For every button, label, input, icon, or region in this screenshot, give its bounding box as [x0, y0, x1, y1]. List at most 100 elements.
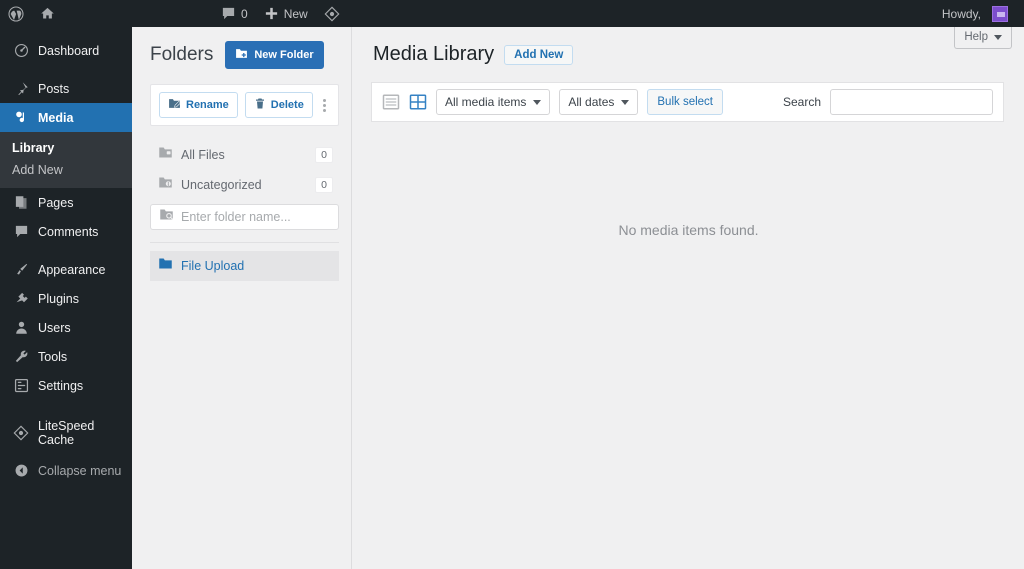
chevron-down-icon	[994, 34, 1002, 40]
media-type-filter-value: All media items	[445, 95, 527, 109]
sidebar-item-label: Tools	[38, 349, 68, 364]
sidebar-item-appearance[interactable]: Appearance	[0, 255, 132, 284]
sidebar-item-comments[interactable]: Comments	[0, 217, 132, 246]
folders-title: Folders	[150, 44, 214, 65]
vertical-dots-icon[interactable]	[320, 96, 329, 115]
media-toolbar: All media items All dates Bulk select Se…	[371, 82, 1004, 122]
search-label: Search	[782, 95, 821, 109]
help-label: Help	[964, 31, 988, 43]
wp-logo-button[interactable]	[0, 0, 32, 27]
litespeed-diamond-icon	[324, 6, 340, 22]
folder-row-all-files[interactable]: All Files 0	[150, 140, 339, 170]
sidebar-item-label: Media	[38, 110, 74, 125]
sidebar-item-dashboard[interactable]: Dashboard	[0, 36, 132, 65]
media-icon	[10, 108, 32, 128]
media-type-filter[interactable]: All media items	[436, 89, 551, 115]
submenu-item-add-new[interactable]: Add New	[0, 159, 132, 181]
folder-search-field[interactable]	[150, 204, 339, 230]
media-search-wrap: Search	[783, 89, 993, 115]
page-header: Media Library Add New	[353, 27, 1024, 66]
sidebar-item-label: Comments	[38, 224, 99, 239]
site-home-button[interactable]	[32, 0, 63, 27]
menu-gap-5	[0, 447, 132, 456]
delete-label: Delete	[270, 98, 304, 111]
menu-gap-1	[0, 65, 132, 74]
folder-filled-icon	[158, 256, 173, 276]
folder-count: 0	[315, 177, 333, 193]
folder-row-file-upload[interactable]: File Upload	[150, 251, 339, 281]
sidebar-item-label: LiteSpeed Cache	[38, 418, 95, 447]
sidebar-item-posts[interactable]: Posts	[0, 74, 132, 103]
folder-count: 0	[315, 147, 333, 163]
search-input[interactable]	[830, 89, 993, 115]
pin-icon	[10, 79, 32, 99]
empty-state-message: No media items found.	[618, 222, 759, 238]
howdy-label: Howdy,	[941, 6, 981, 21]
avatar	[992, 5, 1008, 22]
folders-divider	[150, 242, 339, 243]
new-folder-button[interactable]: New Folder	[225, 41, 324, 69]
litespeed-menu-button[interactable]	[316, 0, 348, 27]
help-tab-wrap: Help	[954, 27, 1012, 49]
media-submenu: Library Add New	[0, 132, 132, 188]
rename-label: Rename	[186, 98, 229, 111]
help-button[interactable]: Help	[954, 27, 1012, 49]
sidebar-item-plugins[interactable]: Plugins	[0, 284, 132, 313]
delete-folder-button[interactable]: Delete	[244, 92, 313, 118]
user-icon	[10, 318, 32, 338]
sidebar-item-settings[interactable]: Settings	[0, 371, 132, 400]
sidebar-item-users[interactable]: Users	[0, 313, 132, 342]
sidebar-item-label: Pages	[38, 195, 74, 210]
sidebar-item-litespeed-cache[interactable]: LiteSpeed Cache	[0, 418, 132, 447]
date-filter-value: All dates	[568, 95, 615, 109]
date-filter[interactable]: All dates	[559, 89, 639, 115]
grid-view-icon[interactable]	[409, 93, 427, 111]
menu-gap-2	[0, 246, 132, 255]
chevron-down-icon	[621, 99, 630, 105]
list-view-icon[interactable]	[382, 93, 400, 111]
add-new-button[interactable]: Add New	[504, 44, 574, 65]
folder-name: All Files	[181, 148, 225, 162]
new-folder-label: New Folder	[254, 48, 314, 61]
folder-pencil-icon	[168, 97, 181, 113]
page-title: Media Library	[373, 43, 495, 65]
submenu-item-library[interactable]: Library	[0, 137, 132, 159]
sidebar-item-label: Dashboard	[38, 43, 100, 58]
home-icon	[40, 6, 55, 21]
comments-count: 0	[241, 6, 248, 21]
collapse-menu-label: Collapse menu	[38, 463, 122, 478]
collapse-menu-button[interactable]: Collapse menu	[0, 456, 132, 485]
admin-sidebar: Dashboard Posts Media Library Add New Pa…	[0, 27, 140, 569]
litespeed-diamond-icon	[10, 423, 32, 443]
plug-icon	[10, 289, 32, 309]
comment-bubble-icon	[10, 222, 32, 242]
menu-top-gap	[0, 27, 132, 36]
my-account-menu[interactable]: Howdy,	[934, 0, 1024, 27]
bulk-select-button[interactable]: Bulk select	[647, 89, 723, 115]
folder-info-icon	[158, 175, 173, 195]
folder-row-uncategorized[interactable]: Uncategorized 0	[150, 170, 339, 200]
comments-button[interactable]: 0	[213, 0, 256, 27]
folder-plus-icon	[235, 47, 248, 63]
pages-icon	[10, 193, 32, 213]
sidebar-item-label: Plugins	[38, 291, 79, 306]
folders-header: Folders New Folder	[150, 41, 339, 69]
folder-name-input[interactable]	[181, 210, 330, 224]
trash-icon	[254, 97, 266, 113]
dashboard-icon	[10, 41, 32, 61]
sidebar-item-label: Users	[38, 320, 71, 335]
main-content: Help Media Library Add New All media ite…	[353, 27, 1024, 569]
folder-icon	[158, 145, 173, 165]
sidebar-item-label: Appearance	[38, 262, 106, 277]
menu-gap-4	[0, 409, 132, 418]
folder-search-icon	[159, 207, 174, 227]
new-content-button[interactable]: New	[256, 0, 316, 27]
chevron-down-icon	[533, 99, 542, 105]
sidebar-item-pages[interactable]: Pages	[0, 188, 132, 217]
rename-folder-button[interactable]: Rename	[159, 92, 238, 118]
sidebar-item-media[interactable]: Media	[0, 103, 140, 132]
admin-bar: 0 New Howdy,	[0, 0, 1024, 27]
sidebar-item-label: Settings	[38, 378, 84, 393]
sidebar-item-tools[interactable]: Tools	[0, 342, 132, 371]
comment-bubble-icon	[221, 6, 236, 21]
